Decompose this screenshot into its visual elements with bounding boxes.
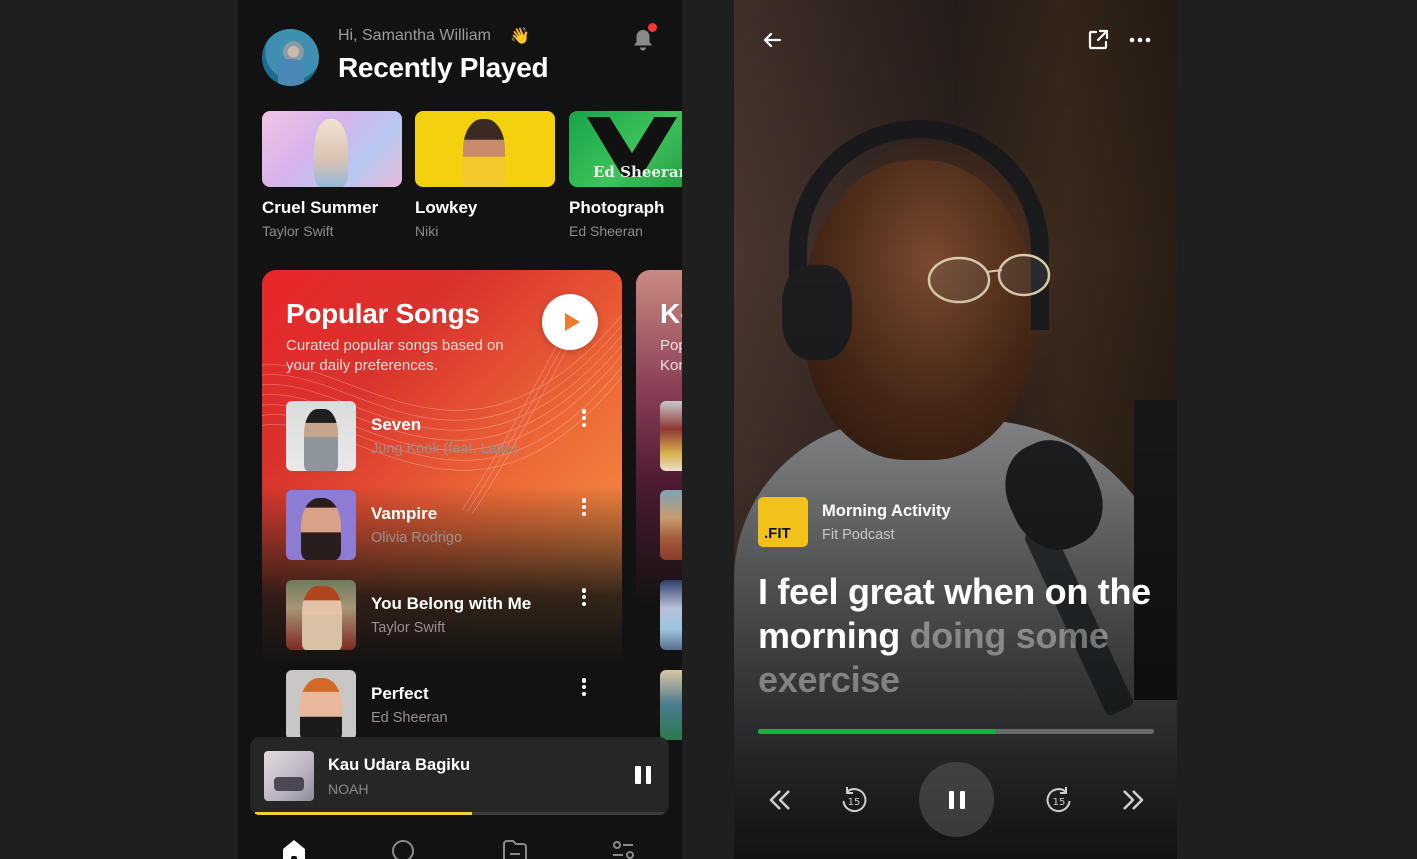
more-options-icon[interactable] [576,675,592,699]
song-art [286,401,356,471]
playlist-subtitle: Pop Kor [660,336,682,376]
share-external-icon[interactable] [1086,28,1110,52]
album-art [262,111,402,187]
pause-icon [948,790,965,809]
settings-sliders-icon[interactable] [610,838,638,859]
recent-artist: Ed Sheeran [569,223,643,239]
recent-card[interactable]: Cruel Summer Taylor Swift [262,111,402,239]
skip-previous-icon[interactable] [764,784,796,816]
now-playing-progress[interactable] [255,812,664,815]
playlist-title: Popular Songs [286,298,480,329]
song-row[interactable]: Vampire Olivia Rodrigo [286,490,606,562]
section-title: Recently Played [338,52,549,83]
recent-title: Lowkey [415,198,478,217]
playback-progress-bar[interactable] [758,729,1154,734]
song-artist: Jung Kook (feat. Latto) [371,441,518,457]
playlist-subtitle: Curated popular songs based on your dail… [286,337,504,374]
song-art[interactable] [660,490,682,560]
playlist-subtitle-line: Pop [660,337,682,354]
search-icon[interactable] [390,838,418,859]
song-title: Seven [371,415,422,434]
more-options-icon[interactable] [576,495,592,519]
recent-card[interactable]: Ed Sheeran Photograph Ed Sheeran [569,111,682,239]
song-artist: Taylor Swift [371,620,446,636]
album-art-text: Ed Sheeran [593,163,682,181]
song-row[interactable]: Perfect Ed Sheeran [286,670,606,742]
playlist-card-kpop[interactable]: K- Pop Kor [636,270,682,750]
playlist-card-popular[interactable]: Popular Songs Curated popular songs base… [262,270,622,750]
more-horizontal-icon[interactable] [1128,28,1152,52]
rewind-15-icon[interactable]: 15 [838,784,870,816]
home-screen: Hi, Samantha William 👋 Recently Played C… [238,0,682,859]
song-row[interactable]: You Belong with Me Taylor Swift [286,580,606,652]
pause-button[interactable] [919,762,994,837]
song-art [286,670,356,740]
skip-next-icon[interactable] [1117,784,1149,816]
song-art [286,580,356,650]
show-name[interactable]: Fit Podcast [822,527,895,543]
now-playing-art [264,751,314,801]
song-art[interactable] [660,580,682,650]
episode-title: Morning Activity [822,502,951,520]
podcast-logo-text: .FIT [764,525,791,542]
notification-badge [648,23,657,32]
more-options-icon[interactable] [576,585,592,609]
podcast-player-screen: .FIT Morning Activity Fit Podcast I feel… [734,0,1177,859]
song-artist: Ed Sheeran [371,710,448,726]
bottom-tab-bar [238,832,682,859]
album-art: Ed Sheeran [569,111,682,187]
song-art[interactable] [660,670,682,740]
user-avatar[interactable] [262,29,319,86]
progress-fill [758,729,996,734]
mini-player[interactable]: Kau Udara Bagiku NOAH [250,737,669,815]
app-canvas: Hi, Samantha William 👋 Recently Played C… [0,0,1417,859]
recent-title: Photograph [569,198,665,217]
forward-seconds: 15 [1053,797,1066,808]
more-options-icon[interactable] [576,406,592,430]
waving-hand-icon: 👋 [510,28,530,45]
song-title: Perfect [371,684,429,703]
rewind-seconds: 15 [848,797,861,808]
podcast-logo: .FIT [758,497,808,547]
playlist-subtitle-line: Kor [660,357,682,374]
play-playlist-button[interactable] [542,294,598,350]
album-art [415,111,555,187]
now-playing-artist: NOAH [328,781,369,797]
recent-artist: Taylor Swift [262,223,334,239]
playlist-title: K- [660,298,682,329]
song-title: Vampire [371,504,438,523]
recently-played-list: Cruel Summer Taylor Swift Lowkey Niki Ed… [262,111,682,251]
forward-15-icon[interactable]: 15 [1043,784,1075,816]
back-arrow-icon[interactable] [760,28,784,52]
greeting-text: Hi, Samantha William [338,27,491,44]
lyrics-transcript: I feel great when on the morning doing s… [758,570,1158,702]
play-icon [564,313,580,331]
song-art [286,490,356,560]
recent-artist: Niki [415,223,439,239]
library-icon[interactable] [501,838,529,859]
home-icon[interactable] [280,838,308,859]
song-row[interactable]: Seven Jung Kook (feat. Latto) [286,401,606,473]
recent-title: Cruel Summer [262,198,379,217]
recent-card[interactable]: Lowkey Niki [415,111,555,239]
song-title: You Belong with Me [371,594,532,613]
pause-icon[interactable] [635,766,651,784]
progress-fill [255,812,472,815]
song-artist: Olivia Rodrigo [371,530,463,546]
song-art[interactable] [660,401,682,471]
now-playing-title: Kau Udara Bagiku [328,756,471,774]
